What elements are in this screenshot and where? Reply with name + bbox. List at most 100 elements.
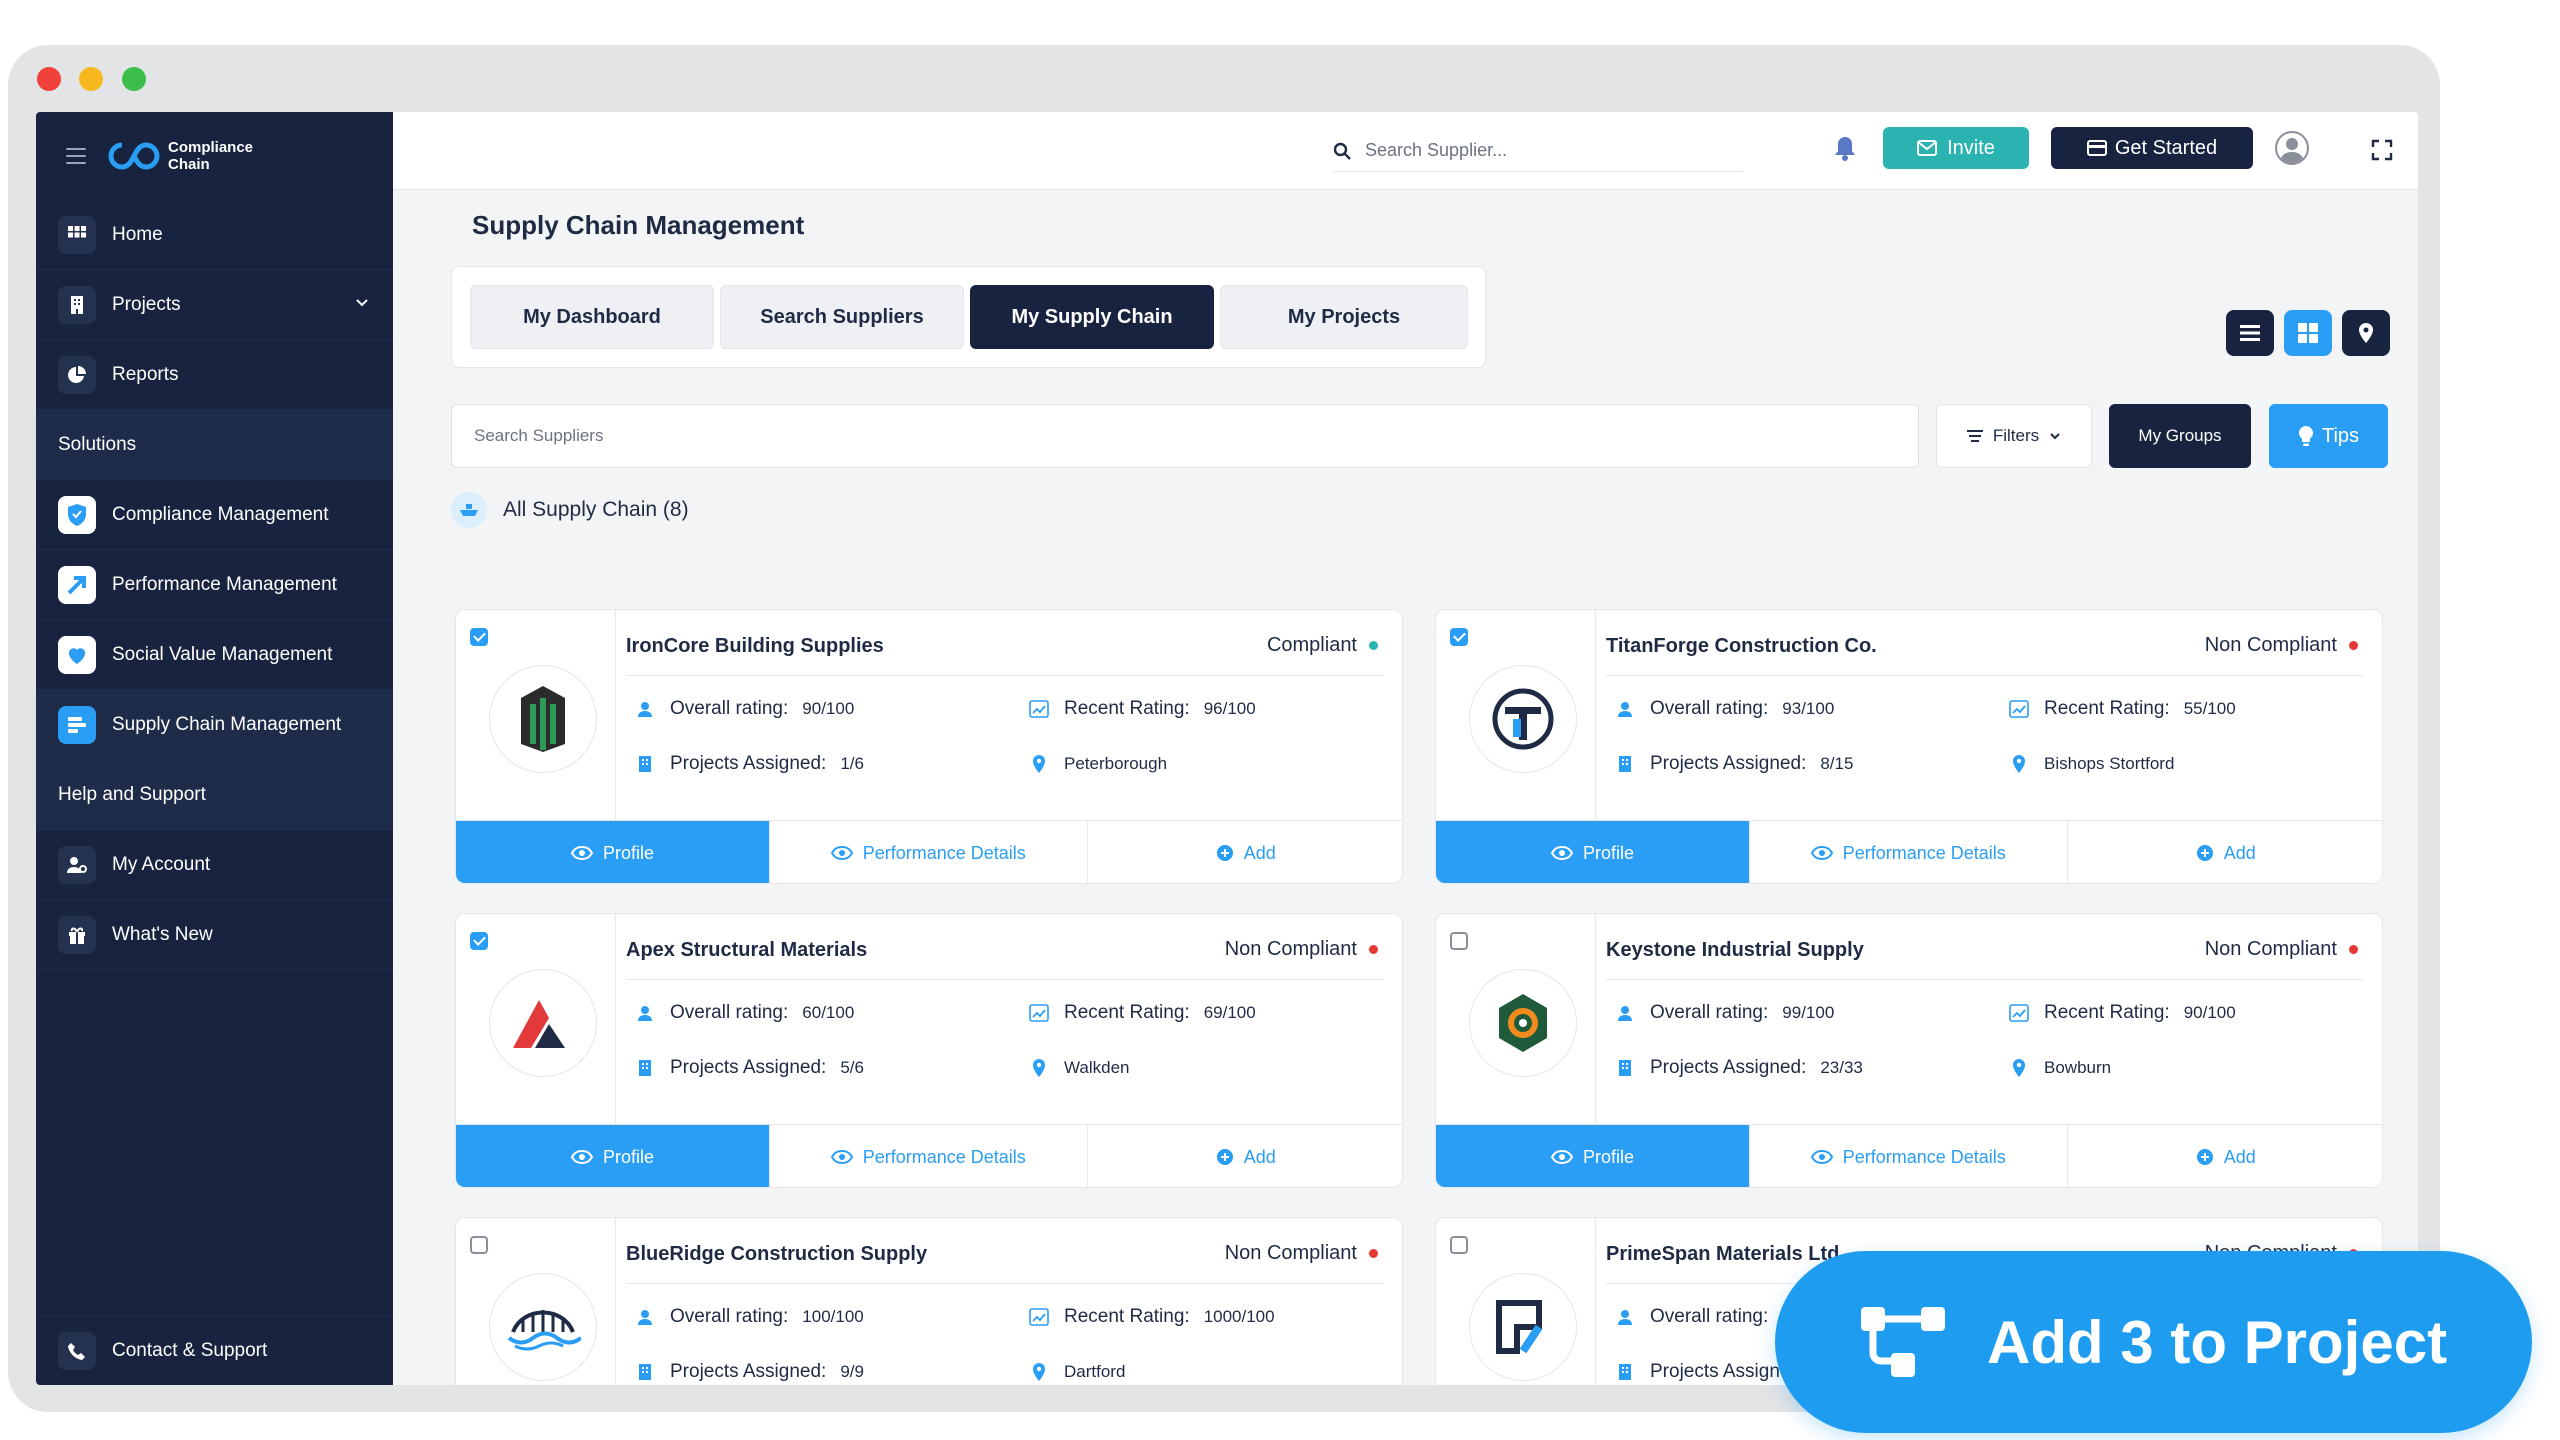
user-icon xyxy=(1614,698,1636,720)
sidebar-item-my-account[interactable]: My Account xyxy=(36,830,393,900)
filters-button[interactable]: Filters xyxy=(1936,404,2092,468)
supplier-search-input[interactable]: Search Supplier... xyxy=(1333,130,1743,172)
status-dot xyxy=(2349,641,2358,650)
add-to-project-button[interactable]: Add 3 to Project xyxy=(1775,1251,2532,1433)
list-icon xyxy=(2240,325,2260,341)
card-actions: Profile Performance Details Add xyxy=(1436,1124,2383,1187)
status-dot xyxy=(2349,945,2358,954)
supplier-name[interactable]: IronCore Building Supplies xyxy=(626,635,884,658)
ship-icon xyxy=(451,492,487,528)
top-bar: Search Supplier... Invite Get Started xyxy=(393,112,2418,190)
card-icon xyxy=(2086,140,2107,156)
select-checkbox[interactable] xyxy=(470,1236,488,1254)
compliance-status: Compliant xyxy=(1267,634,1378,657)
building-icon xyxy=(634,753,656,775)
projects-assigned-value: 9/9 xyxy=(840,1362,864,1381)
mail-icon xyxy=(1917,140,1938,156)
user-icon xyxy=(1614,1002,1636,1024)
supplier-name[interactable]: PrimeSpan Materials Ltd. xyxy=(1606,1243,1845,1266)
sidebar-item-supply-chain[interactable]: Supply Chain Management xyxy=(36,690,393,760)
avatar[interactable] xyxy=(2275,131,2309,165)
profile-button[interactable]: Profile xyxy=(1436,1125,1750,1187)
solutions-section-label: Solutions xyxy=(36,410,393,480)
projects-assigned: Projects Assigned: 9/9 xyxy=(634,1361,864,1383)
compliance-status: Non Compliant xyxy=(1225,1242,1378,1265)
sidebar-item-compliance[interactable]: Compliance Management xyxy=(36,480,393,550)
add-button[interactable]: Add xyxy=(1088,1125,1403,1187)
supplier-card: BlueRidge Construction Supply Non Compli… xyxy=(455,1217,1403,1385)
add-to-project-label: Add 3 to Project xyxy=(1987,1308,2448,1376)
chevron-down-icon[interactable] xyxy=(355,296,369,310)
menu-icon[interactable] xyxy=(66,148,86,164)
sidebar-item-whats-new[interactable]: What's New xyxy=(36,900,393,970)
divider xyxy=(626,1283,1384,1284)
profile-button[interactable]: Profile xyxy=(456,1125,770,1187)
list-view-button[interactable] xyxy=(2226,310,2274,356)
performance-details-button[interactable]: Performance Details xyxy=(1750,821,2068,883)
bell-icon[interactable] xyxy=(1833,134,1857,162)
tab-my-projects[interactable]: My Projects xyxy=(1220,285,1468,349)
performance-details-button[interactable]: Performance Details xyxy=(770,1125,1088,1187)
projects-assigned-value: 23/33 xyxy=(1820,1058,1863,1077)
all-supply-chain-header: All Supply Chain (8) xyxy=(451,492,689,528)
grid-view-button[interactable] xyxy=(2284,310,2332,356)
add-button[interactable]: Add xyxy=(2068,1125,2383,1187)
sidebar-item-label: What's New xyxy=(112,923,213,945)
overall-rating: Overall rating: 93/100 xyxy=(1614,698,1834,720)
supplier-name[interactable]: TitanForge Construction Co. xyxy=(1606,635,1877,658)
invite-button[interactable]: Invite xyxy=(1883,127,2029,169)
overall-rating: Overall rating: 90/100 xyxy=(634,698,854,720)
recent-rating-label: Recent Rating: xyxy=(1064,1306,1190,1327)
sidebar-item-label: Projects xyxy=(112,293,181,315)
filter-icon xyxy=(1966,430,1983,442)
supplier-name[interactable]: Keystone Industrial Supply xyxy=(1606,939,1864,962)
sidebar-item-social-value[interactable]: Social Value Management xyxy=(36,620,393,690)
add-button[interactable]: Add xyxy=(2068,821,2383,883)
profile-button[interactable]: Profile xyxy=(1436,821,1750,883)
my-groups-button[interactable]: My Groups xyxy=(2109,404,2251,468)
gift-icon xyxy=(58,915,96,954)
sidebar-item-reports[interactable]: Reports xyxy=(36,340,393,410)
close-window-icon[interactable] xyxy=(37,67,61,91)
supplier-name[interactable]: Apex Structural Materials xyxy=(626,939,867,962)
profile-label: Profile xyxy=(1582,1146,1635,1167)
divider xyxy=(626,675,1384,676)
divider xyxy=(615,914,616,1124)
select-checkbox[interactable] xyxy=(470,628,488,646)
overall-rating-value: 60/100 xyxy=(802,1003,855,1022)
select-checkbox[interactable] xyxy=(1450,932,1468,950)
projects-assigned: Projects Assigned: 8/15 xyxy=(1614,753,1853,775)
add-button[interactable]: Add xyxy=(1088,821,1403,883)
sidebar-item-home[interactable]: Home xyxy=(36,200,393,270)
map-view-button[interactable] xyxy=(2342,310,2390,356)
overall-rating-value: 100/100 xyxy=(802,1307,864,1326)
profile-button[interactable]: Profile xyxy=(456,821,770,883)
fullscreen-icon[interactable] xyxy=(2371,139,2393,161)
performance-details-button[interactable]: Performance Details xyxy=(770,821,1088,883)
sidebar-item-contact-support[interactable]: Contact & Support xyxy=(36,1315,393,1385)
suppliers-search-input[interactable]: Search Suppliers xyxy=(451,404,1919,468)
tab-my-supply-chain[interactable]: My Supply Chain xyxy=(970,285,1214,349)
card-actions: Profile Performance Details Add xyxy=(1436,820,2383,883)
minimize-window-icon[interactable] xyxy=(79,67,103,91)
tab-search-suppliers[interactable]: Search Suppliers xyxy=(720,285,964,349)
tips-button[interactable]: Tips xyxy=(2269,404,2388,468)
location-value: Dartford xyxy=(1064,1362,1126,1381)
tab-my-dashboard[interactable]: My Dashboard xyxy=(470,285,714,349)
get-started-button[interactable]: Get Started xyxy=(2051,127,2253,169)
projects-assigned: Projects Assigned: 5/6 xyxy=(634,1057,864,1079)
user-icon xyxy=(634,1002,656,1024)
select-checkbox[interactable] xyxy=(1450,628,1468,646)
supplier-logo xyxy=(1469,665,1577,773)
performance-details-button[interactable]: Performance Details xyxy=(1750,1125,2068,1187)
sidebar-item-label: Compliance Management xyxy=(112,503,329,525)
select-checkbox[interactable] xyxy=(1450,1236,1468,1254)
select-checkbox[interactable] xyxy=(470,932,488,950)
supplier-name[interactable]: BlueRidge Construction Supply xyxy=(626,1243,927,1266)
browser-window: Compliance Chain Home Projects Reports So… xyxy=(8,45,2440,1412)
sidebar-item-projects[interactable]: Projects xyxy=(36,270,393,340)
sidebar-item-performance[interactable]: Performance Management xyxy=(36,550,393,620)
building-icon xyxy=(1614,753,1636,775)
maximize-window-icon[interactable] xyxy=(122,67,146,91)
sidebar-item-label: Performance Management xyxy=(112,573,337,595)
